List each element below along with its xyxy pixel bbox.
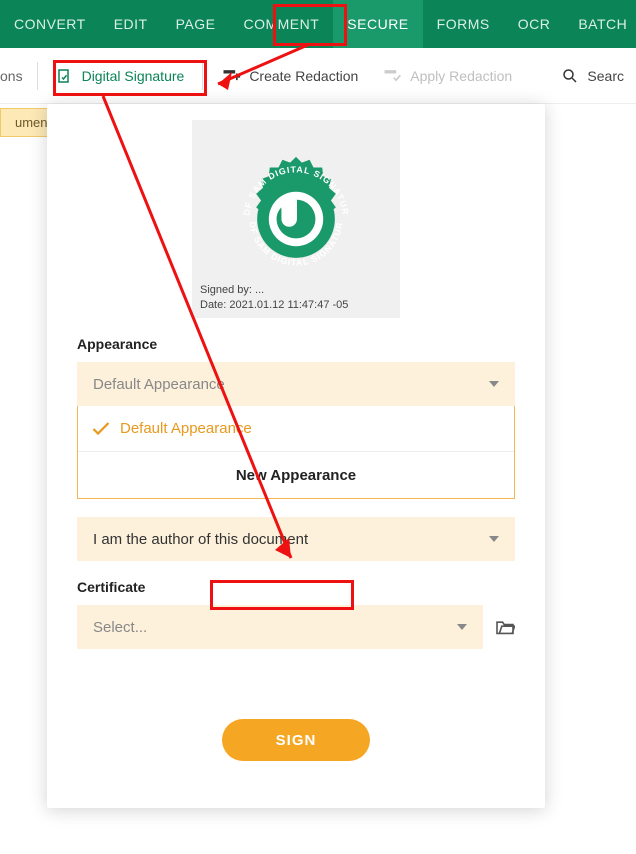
preview-date: Date: 2021.01.12 11:47:47 -05 [200,298,392,312]
signature-icon [56,67,74,85]
appearance-dropdown: Default Appearance New Appearance [77,406,515,499]
tab-edit[interactable]: EDIT [100,0,162,48]
tab-forms[interactable]: FORMS [423,0,504,48]
tab-ocr[interactable]: OCR [504,0,565,48]
separator [37,62,38,90]
check-icon [92,422,110,436]
separator [202,62,203,90]
appearance-option-new[interactable]: New Appearance [78,452,514,498]
secure-toolbar: ons Digital Signature Create Redaction A… [0,48,636,104]
toolbar-item-partial-left[interactable]: ons [0,68,31,84]
digital-signature-button[interactable]: Digital Signature [44,56,197,96]
signature-seal-icon: PDF SAM DIGITAL SIGNATURE PDF SAM DIGITA… [228,151,364,287]
preview-signed-by: Signed by: ... [200,283,392,297]
reason-select[interactable]: I am the author of this document [77,517,515,561]
tab-secure[interactable]: SECURE [333,0,422,48]
certificate-label: Certificate [77,579,515,595]
appearance-option-default[interactable]: Default Appearance [78,406,514,452]
redaction-add-icon [221,66,241,86]
chevron-down-icon [457,624,467,630]
tab-batch[interactable]: BATCH [564,0,636,48]
tab-page[interactable]: PAGE [162,0,230,48]
search-label: Searc [587,68,624,84]
reason-value: I am the author of this document [93,531,308,548]
top-tab-bar: CONVERT EDIT PAGE COMMENT SECURE FORMS O… [0,0,636,48]
apply-redaction-button: Apply Redaction [370,56,524,96]
tab-comment[interactable]: COMMENT [229,0,333,48]
redaction-apply-icon [382,66,402,86]
apply-redaction-label: Apply Redaction [410,68,512,84]
signature-panel: PDF SAM DIGITAL SIGNATURE PDF SAM DIGITA… [47,104,545,808]
folder-open-icon[interactable] [495,619,515,635]
digital-signature-label: Digital Signature [82,68,185,84]
create-redaction-label: Create Redaction [249,68,358,84]
appearance-select[interactable]: Default Appearance [77,362,515,406]
chevron-down-icon [489,536,499,542]
create-redaction-button[interactable]: Create Redaction [209,56,370,96]
appearance-option-new-label: New Appearance [236,467,356,484]
tab-convert[interactable]: CONVERT [0,0,100,48]
chevron-down-icon [489,381,499,387]
search-icon [561,67,579,85]
search-button[interactable]: Searc [549,56,636,96]
appearance-option-default-label: Default Appearance [120,420,252,437]
certificate-value: Select... [93,619,147,636]
signature-preview: PDF SAM DIGITAL SIGNATURE PDF SAM DIGITA… [192,120,400,318]
appearance-value: Default Appearance [93,376,225,393]
sign-button[interactable]: SIGN [222,719,370,761]
certificate-select[interactable]: Select... [77,605,483,649]
appearance-label: Appearance [77,336,515,352]
